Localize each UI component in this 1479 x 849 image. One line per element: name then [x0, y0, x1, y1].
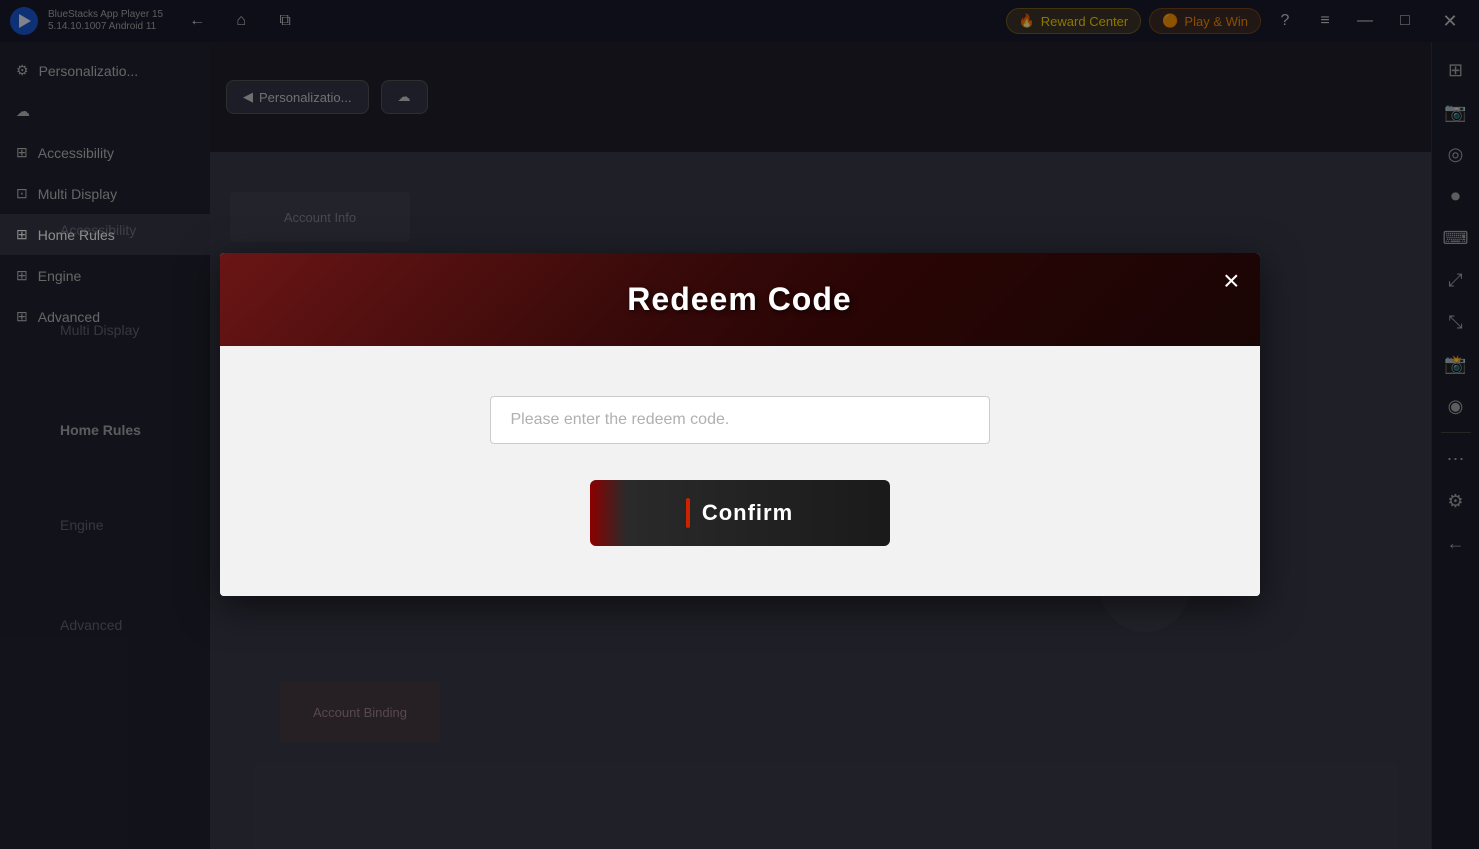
- modal-wrapper: Redeem Code × Confirm: [0, 0, 1479, 849]
- modal-body: Confirm: [220, 346, 1260, 596]
- confirm-label: Confirm: [702, 500, 793, 526]
- redeem-code-modal: Redeem Code × Confirm: [220, 253, 1260, 596]
- confirm-accent: [686, 498, 690, 528]
- modal-header: Redeem Code ×: [220, 253, 1260, 346]
- modal-close-button[interactable]: ×: [1223, 267, 1239, 295]
- confirm-button[interactable]: Confirm: [590, 480, 890, 546]
- redeem-code-input[interactable]: [490, 396, 990, 444]
- modal-title: Redeem Code: [627, 281, 851, 318]
